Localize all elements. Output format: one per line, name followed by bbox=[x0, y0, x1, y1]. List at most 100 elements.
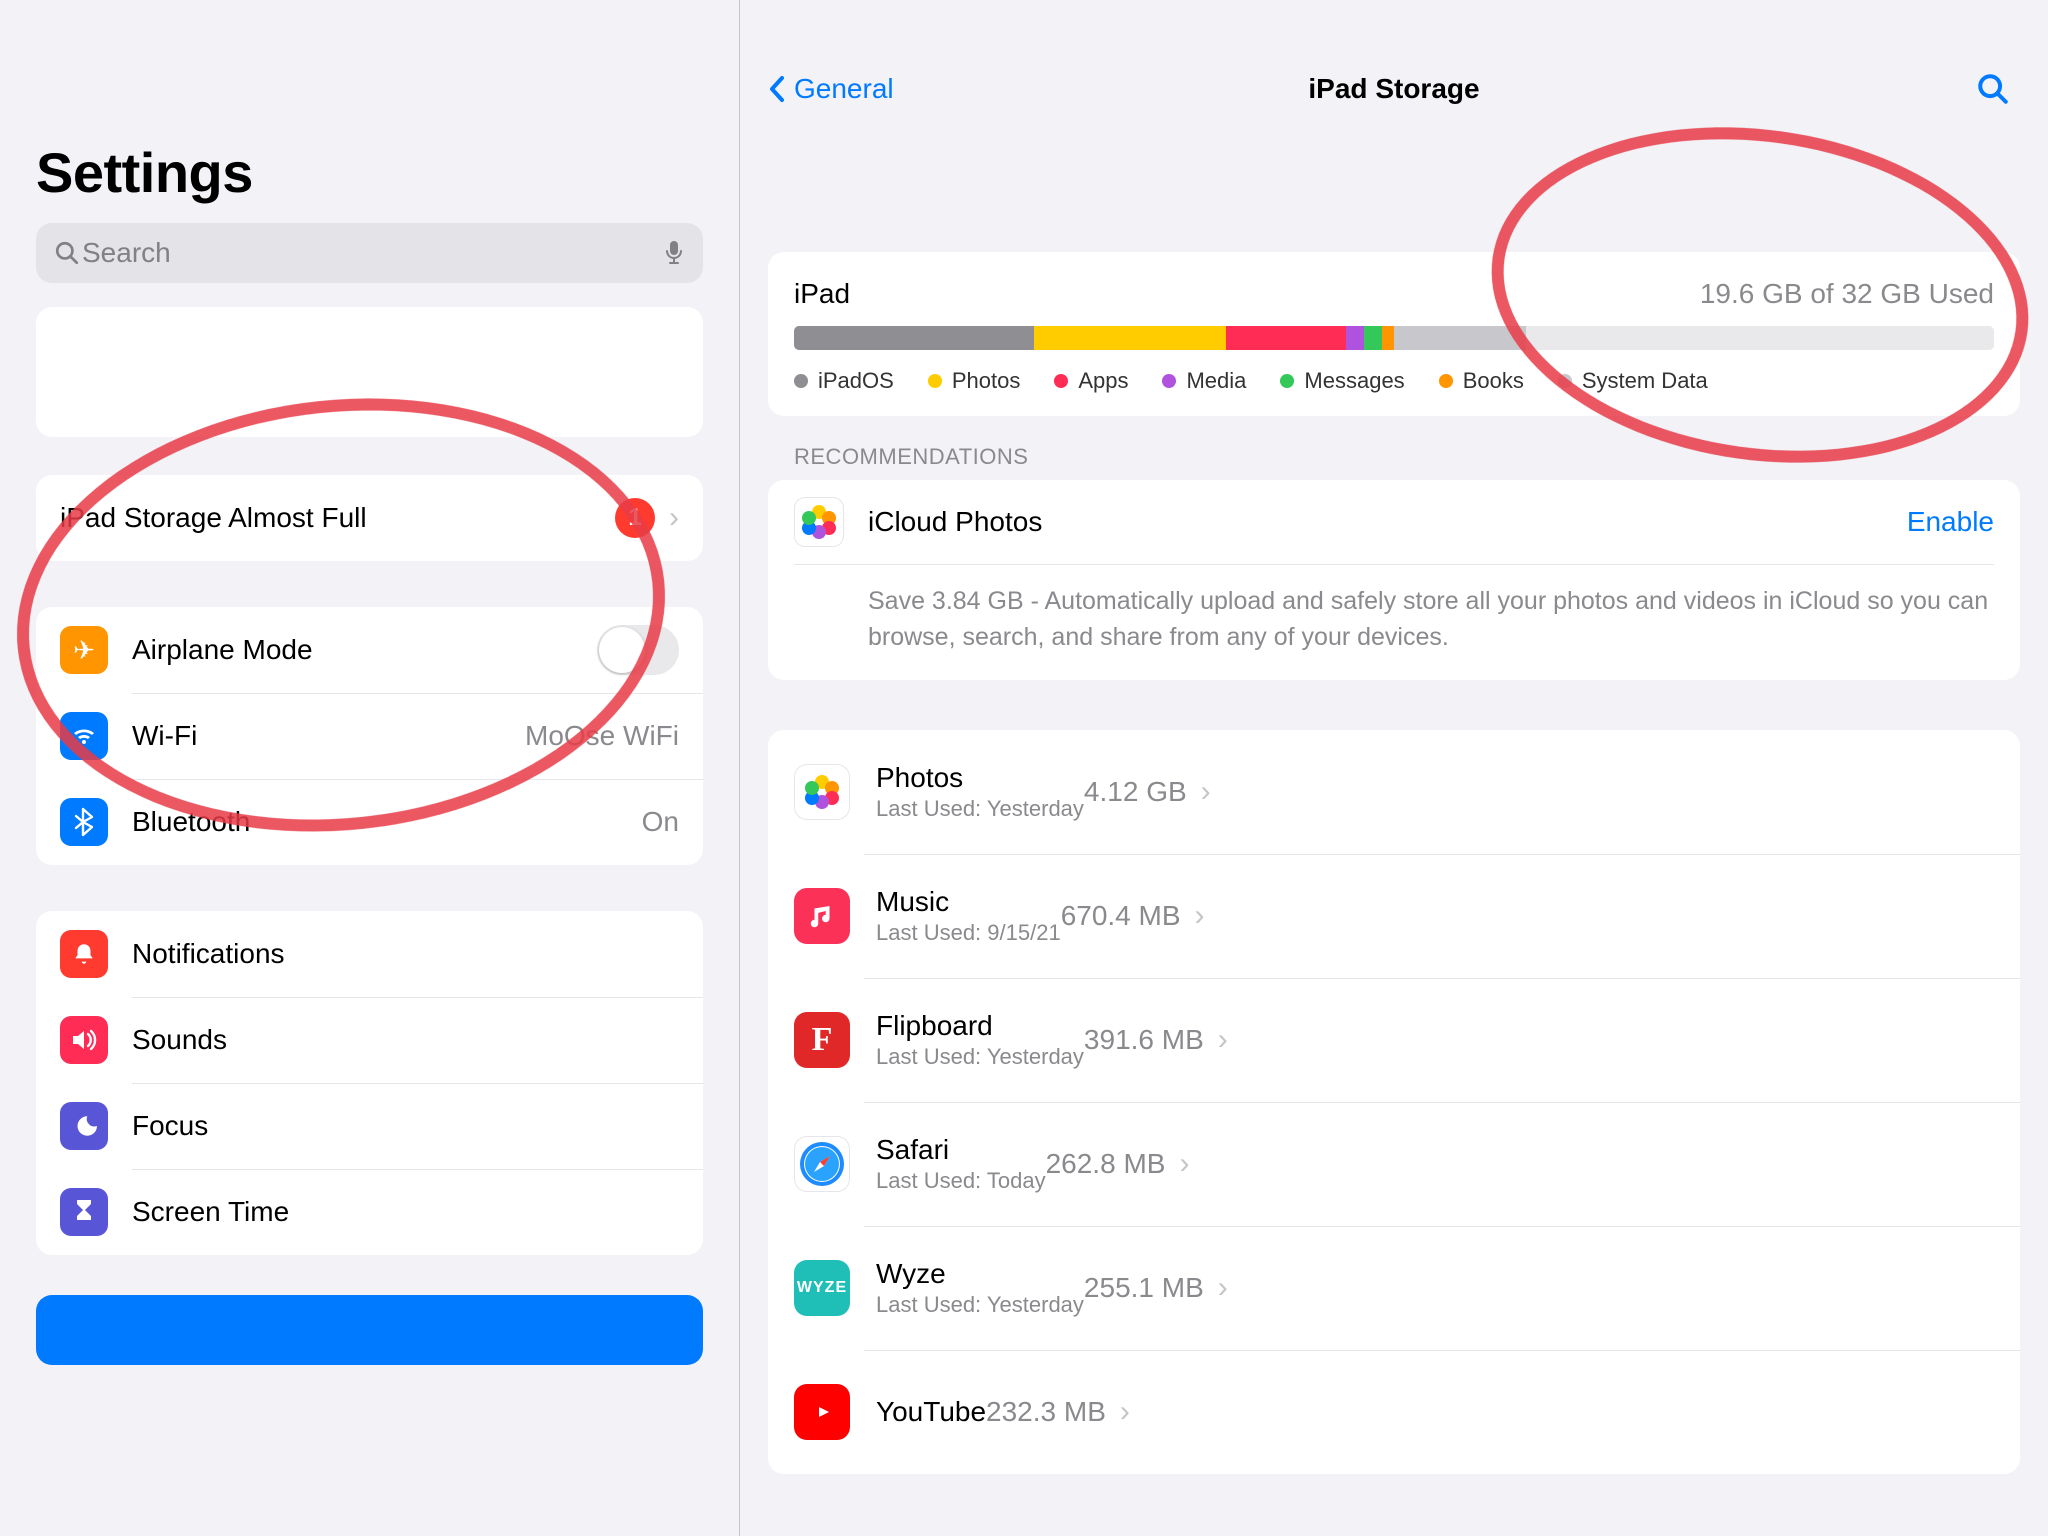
bluetooth-row[interactable]: Bluetooth On bbox=[36, 779, 703, 865]
sidebar-title: Settings bbox=[36, 140, 703, 205]
legend-label: Media bbox=[1186, 368, 1246, 394]
storage-bar bbox=[794, 326, 1994, 350]
flip-icon: F bbox=[794, 1012, 850, 1068]
chevron-right-icon: › bbox=[1218, 1023, 1228, 1057]
app-list: PhotosLast Used: Yesterday4.12 GB›MusicL… bbox=[768, 730, 2020, 1474]
settings-sidebar: Settings iPad Storage Almost Full 1 › bbox=[0, 0, 740, 1536]
airplane-mode-label: Airplane Mode bbox=[132, 634, 313, 666]
legend-label: Books bbox=[1463, 368, 1524, 394]
storage-segment-messages bbox=[1364, 326, 1382, 350]
legend-label: Messages bbox=[1304, 368, 1404, 394]
legend-item-apps: Apps bbox=[1054, 368, 1128, 394]
legend-dot bbox=[1054, 374, 1068, 388]
legend-dot bbox=[1439, 374, 1453, 388]
airplane-mode-switch[interactable] bbox=[597, 625, 679, 675]
legend-label: Apps bbox=[1078, 368, 1128, 394]
wifi-row[interactable]: Wi-Fi MoOse WiFi bbox=[36, 693, 703, 779]
app-last-used: Last Used: Yesterday bbox=[876, 1044, 1084, 1070]
legend-label: System Data bbox=[1582, 368, 1708, 394]
apple-id-card[interactable] bbox=[36, 307, 703, 437]
screen-time-icon bbox=[60, 1188, 108, 1236]
app-row-youtube[interactable]: YouTube232.3 MB › bbox=[768, 1350, 2020, 1474]
app-name: Music bbox=[876, 886, 1061, 918]
back-label: General bbox=[794, 73, 894, 105]
app-row-safari[interactable]: SafariLast Used: Today262.8 MB› bbox=[768, 1102, 2020, 1226]
selected-row-indicator[interactable] bbox=[36, 1295, 703, 1365]
photos-icon bbox=[794, 764, 850, 820]
back-button[interactable]: General bbox=[768, 73, 894, 105]
search-field[interactable] bbox=[36, 223, 703, 283]
app-last-used: Last Used: 9/15/21 bbox=[876, 920, 1061, 946]
enable-button[interactable]: Enable bbox=[1907, 506, 1994, 538]
music-icon bbox=[794, 888, 850, 944]
notifications-label: Notifications bbox=[132, 938, 285, 970]
legend-item-books: Books bbox=[1439, 368, 1524, 394]
app-size: 232.3 MB bbox=[986, 1396, 1106, 1428]
storage-used-text: 19.6 GB of 32 GB Used bbox=[1700, 278, 1994, 310]
detail-pane: General iPad Storage iPad 19.6 GB of 32 … bbox=[740, 0, 2048, 1536]
legend-dot bbox=[1162, 374, 1176, 388]
app-size: 391.6 MB bbox=[1084, 1024, 1204, 1056]
chevron-right-icon: › bbox=[1201, 775, 1211, 809]
alert-badge: 1 bbox=[615, 498, 655, 538]
dictation-icon[interactable] bbox=[663, 239, 685, 267]
search-input[interactable] bbox=[80, 236, 663, 270]
wyze-icon: WYZE bbox=[794, 1260, 850, 1316]
app-size: 670.4 MB bbox=[1061, 900, 1181, 932]
recommendation-title: iCloud Photos bbox=[868, 506, 1907, 538]
storage-alert-row[interactable]: iPad Storage Almost Full 1 › bbox=[36, 475, 703, 561]
bluetooth-icon bbox=[60, 798, 108, 846]
app-row-music[interactable]: MusicLast Used: 9/15/21670.4 MB › bbox=[768, 854, 2020, 978]
recommendation-card[interactable]: iCloud Photos Enable Save 3.84 GB - Auto… bbox=[768, 480, 2020, 680]
legend-item-ipados: iPadOS bbox=[794, 368, 894, 394]
notifications-row[interactable]: Notifications bbox=[36, 911, 703, 997]
bluetooth-value: On bbox=[642, 806, 679, 838]
app-size: 255.1 MB bbox=[1084, 1272, 1204, 1304]
app-row-photos[interactable]: PhotosLast Used: Yesterday4.12 GB › bbox=[768, 730, 2020, 854]
app-name: YouTube bbox=[876, 1396, 986, 1428]
focus-row[interactable]: Focus bbox=[36, 1083, 703, 1169]
nav-bar: General iPad Storage bbox=[768, 54, 2020, 124]
recommendation-body: Save 3.84 GB - Automatically upload and … bbox=[794, 564, 1994, 680]
chevron-right-icon: › bbox=[1195, 899, 1205, 933]
wifi-pill-icon bbox=[60, 712, 108, 760]
legend-dot bbox=[1558, 374, 1572, 388]
photos-icon bbox=[794, 497, 844, 547]
legend-item-photos: Photos bbox=[928, 368, 1021, 394]
app-name: Wyze bbox=[876, 1258, 1084, 1290]
app-row-flipboard[interactable]: F FlipboardLast Used: Yesterday391.6 MB › bbox=[768, 978, 2020, 1102]
airplane-mode-row[interactable]: ✈ Airplane Mode bbox=[36, 607, 703, 693]
sounds-row[interactable]: Sounds bbox=[36, 997, 703, 1083]
sounds-label: Sounds bbox=[132, 1024, 227, 1056]
app-size: 4.12 GB bbox=[1084, 776, 1187, 808]
app-last-used: Last Used: Yesterday bbox=[876, 796, 1084, 822]
app-name: Photos bbox=[876, 762, 1084, 794]
wifi-label: Wi-Fi bbox=[132, 720, 197, 752]
screen-time-label: Screen Time bbox=[132, 1196, 289, 1228]
legend-label: iPadOS bbox=[818, 368, 894, 394]
chevron-right-icon: › bbox=[1120, 1395, 1130, 1429]
bluetooth-label: Bluetooth bbox=[132, 806, 250, 838]
focus-icon bbox=[60, 1102, 108, 1150]
youtube-icon bbox=[794, 1384, 850, 1440]
screen-time-row[interactable]: Screen Time bbox=[36, 1169, 703, 1255]
storage-summary-card: iPad 19.6 GB of 32 GB Used iPadOSPhotosA… bbox=[768, 252, 2020, 416]
legend-dot bbox=[794, 374, 808, 388]
app-row-wyze[interactable]: WYZEWyzeLast Used: Yesterday255.1 MB› bbox=[768, 1226, 2020, 1350]
focus-label: Focus bbox=[132, 1110, 208, 1142]
search-button[interactable] bbox=[1976, 72, 2010, 106]
chevron-right-icon: › bbox=[669, 501, 679, 535]
recommendations-header: RECOMMENDATIONS bbox=[794, 444, 2020, 470]
legend-item-messages: Messages bbox=[1280, 368, 1404, 394]
legend-dot bbox=[1280, 374, 1294, 388]
storage-segment-media bbox=[1346, 326, 1364, 350]
storage-segment-books bbox=[1382, 326, 1394, 350]
legend-item-media: Media bbox=[1162, 368, 1246, 394]
app-last-used: Last Used: Today bbox=[876, 1168, 1046, 1194]
legend-label: Photos bbox=[952, 368, 1021, 394]
legend-dot bbox=[928, 374, 942, 388]
wifi-value: MoOse WiFi bbox=[525, 720, 679, 752]
search-icon bbox=[54, 240, 80, 266]
storage-legend: iPadOS Photos Apps Media Messages Books System… bbox=[794, 368, 1994, 394]
app-name: Flipboard bbox=[876, 1010, 1084, 1042]
